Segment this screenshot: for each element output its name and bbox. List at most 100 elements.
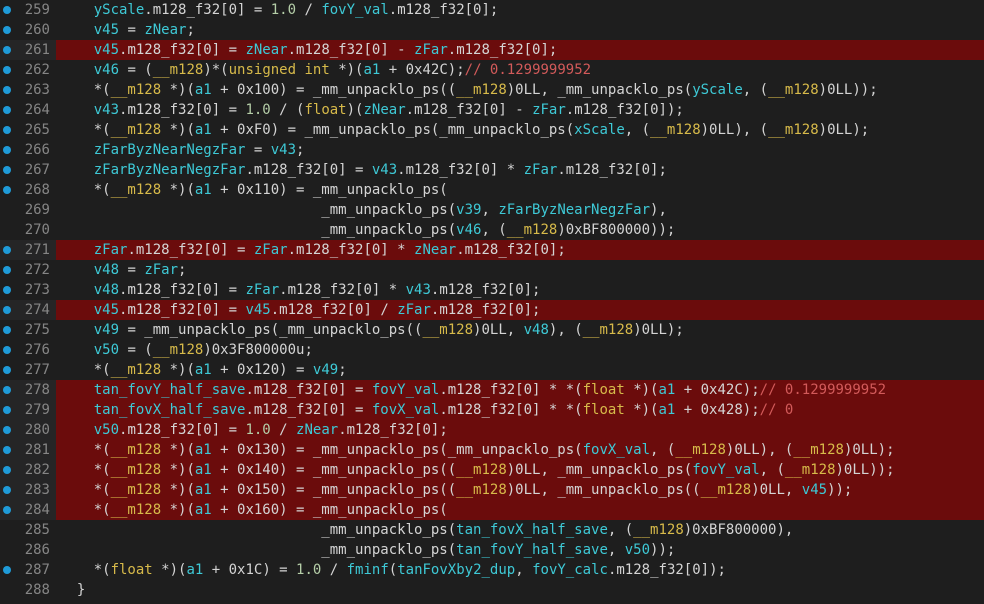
breakpoint-dot-icon[interactable] [3,426,11,434]
breakpoint-dot-icon[interactable] [3,126,11,134]
code-line-highlighted[interactable]: 283 *(__m128 *)(a1 + 0x150) = _mm_unpack… [0,480,984,500]
code-line[interactable]: 270 _mm_unpacklo_ps(v46, (__m128)0xBF800… [0,220,984,240]
code-text[interactable]: v48.m128_f32[0] = zFar.m128_f32[0] * v43… [56,280,984,300]
breakpoint-dot-icon[interactable] [3,386,11,394]
line-gutter[interactable]: 267 [0,160,56,180]
code-line[interactable]: 262 v46 = (__m128)*(unsigned int *)(a1 +… [0,60,984,80]
breakpoint-dot-icon[interactable] [3,26,11,34]
line-gutter[interactable]: 260 [0,20,56,40]
line-gutter[interactable]: 271 [0,240,56,260]
breakpoint-dot-icon[interactable] [3,306,11,314]
code-text[interactable]: v50.m128_f32[0] = 1.0 / zNear.m128_f32[0… [56,420,984,440]
code-line[interactable]: 265 *(__m128 *)(a1 + 0xF0) = _mm_unpackl… [0,120,984,140]
code-text[interactable]: _mm_unpacklo_ps(v46, (__m128)0xBF800000)… [56,220,984,240]
code-text[interactable]: v48 = zFar; [56,260,984,280]
breakpoint-dot-icon[interactable] [3,346,11,354]
breakpoint-dot-icon[interactable] [3,106,11,114]
code-text[interactable]: yScale.m128_f32[0] = 1.0 / fovY_val.m128… [56,0,984,20]
line-gutter[interactable]: 262 [0,60,56,80]
code-line-highlighted[interactable]: 280 v50.m128_f32[0] = 1.0 / zNear.m128_f… [0,420,984,440]
breakpoint-dot-icon[interactable] [3,66,11,74]
code-text[interactable]: *(__m128 *)(a1 + 0x150) = _mm_unpacklo_p… [56,480,984,500]
line-gutter[interactable]: 284 [0,500,56,520]
line-gutter[interactable]: 272 [0,260,56,280]
line-gutter[interactable]: 282 [0,460,56,480]
code-line-highlighted[interactable]: 281 *(__m128 *)(a1 + 0x130) = _mm_unpack… [0,440,984,460]
code-line[interactable]: 267 zFarByzNearNegzFar.m128_f32[0] = v43… [0,160,984,180]
code-line[interactable]: 288 } [0,580,984,600]
breakpoint-dot-icon[interactable] [3,6,11,14]
code-text[interactable]: v43.m128_f32[0] = 1.0 / (float)(zNear.m1… [56,100,984,120]
breakpoint-dot-icon[interactable] [3,446,11,454]
code-text[interactable]: v45.m128_f32[0] = v45.m128_f32[0] / zFar… [56,300,984,320]
code-text[interactable]: *(__m128 *)(a1 + 0x130) = _mm_unpacklo_p… [56,440,984,460]
code-text[interactable]: tan_fovX_half_save.m128_f32[0] = fovX_va… [56,400,984,420]
code-text[interactable]: *(__m128 *)(a1 + 0x110) = _mm_unpacklo_p… [56,180,984,200]
breakpoint-dot-icon[interactable] [3,146,11,154]
code-line[interactable]: 263 *(__m128 *)(a1 + 0x100) = _mm_unpack… [0,80,984,100]
line-gutter[interactable]: 278 [0,380,56,400]
code-line[interactable]: 264 v43.m128_f32[0] = 1.0 / (float)(zNea… [0,100,984,120]
line-gutter[interactable]: 273 [0,280,56,300]
code-text[interactable]: *(float *)(a1 + 0x1C) = 1.0 / fminf(tanF… [56,560,984,580]
line-gutter[interactable]: 269 [0,200,56,220]
line-gutter[interactable]: 283 [0,480,56,500]
line-gutter[interactable]: 280 [0,420,56,440]
code-line-highlighted[interactable]: 278 tan_fovY_half_save.m128_f32[0] = fov… [0,380,984,400]
code-text[interactable]: *(__m128 *)(a1 + 0x100) = _mm_unpacklo_p… [56,80,984,100]
breakpoint-dot-icon[interactable] [3,286,11,294]
breakpoint-dot-icon[interactable] [3,366,11,374]
line-gutter[interactable]: 288 [0,580,56,600]
code-line[interactable]: 268 *(__m128 *)(a1 + 0x110) = _mm_unpack… [0,180,984,200]
code-line[interactable]: 260 v45 = zNear; [0,20,984,40]
breakpoint-dot-icon[interactable] [3,266,11,274]
code-text[interactable]: _mm_unpacklo_ps(v39, zFarByzNearNegzFar)… [56,200,984,220]
breakpoint-dot-icon[interactable] [3,166,11,174]
code-line-highlighted[interactable]: 279 tan_fovX_half_save.m128_f32[0] = fov… [0,400,984,420]
pseudocode-editor[interactable]: 259 yScale.m128_f32[0] = 1.0 / fovY_val.… [0,0,984,604]
code-text[interactable]: _mm_unpacklo_ps(tan_fovX_half_save, (__m… [56,520,984,540]
code-text[interactable]: *(__m128 *)(a1 + 0x120) = v49; [56,360,984,380]
line-gutter[interactable]: 285 [0,520,56,540]
breakpoint-dot-icon[interactable] [3,506,11,514]
code-line[interactable]: 287 *(float *)(a1 + 0x1C) = 1.0 / fminf(… [0,560,984,580]
line-gutter[interactable]: 276 [0,340,56,360]
code-line[interactable]: 269 _mm_unpacklo_ps(v39, zFarByzNearNegz… [0,200,984,220]
breakpoint-dot-icon[interactable] [3,326,11,334]
code-text[interactable]: v46 = (__m128)*(unsigned int *)(a1 + 0x4… [56,60,984,80]
code-text[interactable]: v50 = (__m128)0x3F800000u; [56,340,984,360]
breakpoint-dot-icon[interactable] [3,186,11,194]
line-gutter[interactable]: 261 [0,40,56,60]
breakpoint-dot-icon[interactable] [3,46,11,54]
code-line[interactable]: 276 v50 = (__m128)0x3F800000u; [0,340,984,360]
line-gutter[interactable]: 274 [0,300,56,320]
code-line-highlighted[interactable]: 271 zFar.m128_f32[0] = zFar.m128_f32[0] … [0,240,984,260]
line-gutter[interactable]: 266 [0,140,56,160]
line-gutter[interactable]: 275 [0,320,56,340]
code-text[interactable]: tan_fovY_half_save.m128_f32[0] = fovY_va… [56,380,984,400]
code-line[interactable]: 259 yScale.m128_f32[0] = 1.0 / fovY_val.… [0,0,984,20]
breakpoint-dot-icon[interactable] [3,466,11,474]
code-text[interactable]: v49 = _mm_unpacklo_ps(_mm_unpacklo_ps((_… [56,320,984,340]
code-line-highlighted[interactable]: 284 *(__m128 *)(a1 + 0x160) = _mm_unpack… [0,500,984,520]
line-gutter[interactable]: 264 [0,100,56,120]
line-gutter[interactable]: 286 [0,540,56,560]
code-text[interactable]: *(__m128 *)(a1 + 0xF0) = _mm_unpacklo_ps… [56,120,984,140]
line-gutter[interactable]: 277 [0,360,56,380]
line-gutter[interactable]: 259 [0,0,56,20]
code-text[interactable]: zFarByzNearNegzFar.m128_f32[0] = v43.m12… [56,160,984,180]
breakpoint-dot-icon[interactable] [3,246,11,254]
code-line-highlighted[interactable]: 261 v45.m128_f32[0] = zNear.m128_f32[0] … [0,40,984,60]
code-line[interactable]: 272 v48 = zFar; [0,260,984,280]
line-gutter[interactable]: 270 [0,220,56,240]
line-gutter[interactable]: 263 [0,80,56,100]
breakpoint-dot-icon[interactable] [3,86,11,94]
code-text[interactable]: *(__m128 *)(a1 + 0x160) = _mm_unpacklo_p… [56,500,984,520]
code-text[interactable]: v45.m128_f32[0] = zNear.m128_f32[0] - zF… [56,40,984,60]
code-line[interactable]: 286 _mm_unpacklo_ps(tan_fovY_half_save, … [0,540,984,560]
code-line[interactable]: 275 v49 = _mm_unpacklo_ps(_mm_unpacklo_p… [0,320,984,340]
code-line-highlighted[interactable]: 282 *(__m128 *)(a1 + 0x140) = _mm_unpack… [0,460,984,480]
line-gutter[interactable]: 279 [0,400,56,420]
code-text[interactable]: } [56,580,984,600]
line-gutter[interactable]: 281 [0,440,56,460]
